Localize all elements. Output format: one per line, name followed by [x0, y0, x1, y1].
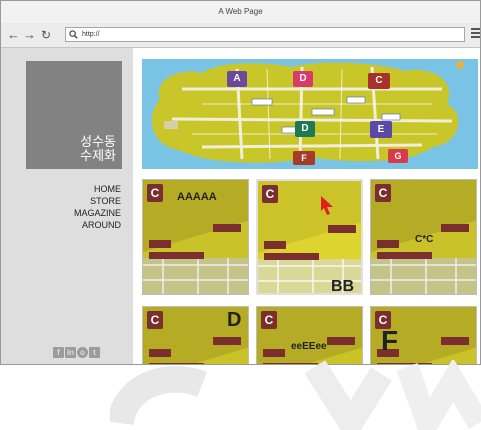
card-badge: C [261, 311, 277, 329]
reload-icon[interactable]: ↻ [41, 26, 51, 44]
browser-toolbar: ← → ↻ http:// [1, 23, 480, 48]
watermark-graphic [110, 360, 481, 430]
nav-home[interactable]: HOME [74, 183, 121, 195]
address-text: http:// [82, 31, 100, 38]
store-card-5[interactable]: C eeEEee [256, 306, 363, 364]
hero-map-image[interactable]: A D C D E F G [142, 59, 478, 169]
sidebar: 성수동 수제화 HOME STORE MAGAZINE AROUND f in o t [1, 48, 133, 364]
card-badge: C [262, 185, 278, 203]
social-links: f in o t [53, 342, 101, 360]
card-label: eeEEee [291, 341, 327, 352]
nav-store[interactable]: STORE [74, 195, 121, 207]
back-arrow-icon[interactable]: ← [7, 26, 20, 44]
logo-text: 성수동 수제화 [80, 135, 116, 163]
store-card-2[interactable]: C BB [256, 179, 363, 295]
facebook-icon[interactable]: f [53, 347, 64, 358]
map-marker-d-top[interactable]: D [293, 71, 313, 87]
store-card-3[interactable]: C C*C [370, 179, 477, 295]
nav-magazine[interactable]: MAGAZINE [74, 207, 121, 219]
map-marker-a[interactable]: A [227, 71, 247, 87]
logo-line-1: 성수동 [80, 134, 116, 149]
map-marker-g[interactable]: G [388, 149, 408, 163]
twitter-icon[interactable]: t [89, 347, 100, 358]
card-label: BB [331, 278, 355, 295]
card-label: D [227, 309, 242, 331]
search-icon [69, 30, 78, 39]
card-label: F [381, 325, 399, 356]
browser-window: A Web Page ← → ↻ http:// 성수동 수제화 HOME ST… [0, 0, 481, 365]
instagram-icon[interactable]: o [77, 347, 88, 358]
map-marker-d[interactable]: D [295, 121, 315, 137]
map-marker-e[interactable]: E [370, 121, 392, 138]
forward-arrow-icon[interactable]: → [23, 26, 36, 44]
card-badge: C [147, 184, 163, 202]
card-badge: C [375, 184, 391, 202]
main-nav: HOME STORE MAGAZINE AROUND [74, 183, 121, 231]
card-label: AAAAA [177, 191, 217, 203]
linkedin-icon[interactable]: in [65, 347, 76, 358]
card-badge: C [147, 311, 163, 329]
address-bar[interactable]: http:// [65, 27, 465, 42]
store-card-1[interactable]: C AAAAA [142, 179, 249, 295]
logo-line-2: 수제화 [80, 148, 116, 163]
window-title: A Web Page [1, 1, 480, 24]
store-card-6[interactable]: C F [370, 306, 477, 364]
map-marker-f[interactable]: F [293, 151, 315, 165]
card-label: C*C [415, 234, 434, 245]
hamburger-menu-icon[interactable] [471, 28, 480, 40]
logo-box[interactable]: 성수동 수제화 [26, 61, 122, 169]
map-marker-c[interactable]: C [368, 73, 390, 89]
nav-around[interactable]: AROUND [74, 219, 121, 231]
cursor-arrow-icon [321, 196, 333, 215]
store-card-4[interactable]: C D [142, 306, 249, 364]
